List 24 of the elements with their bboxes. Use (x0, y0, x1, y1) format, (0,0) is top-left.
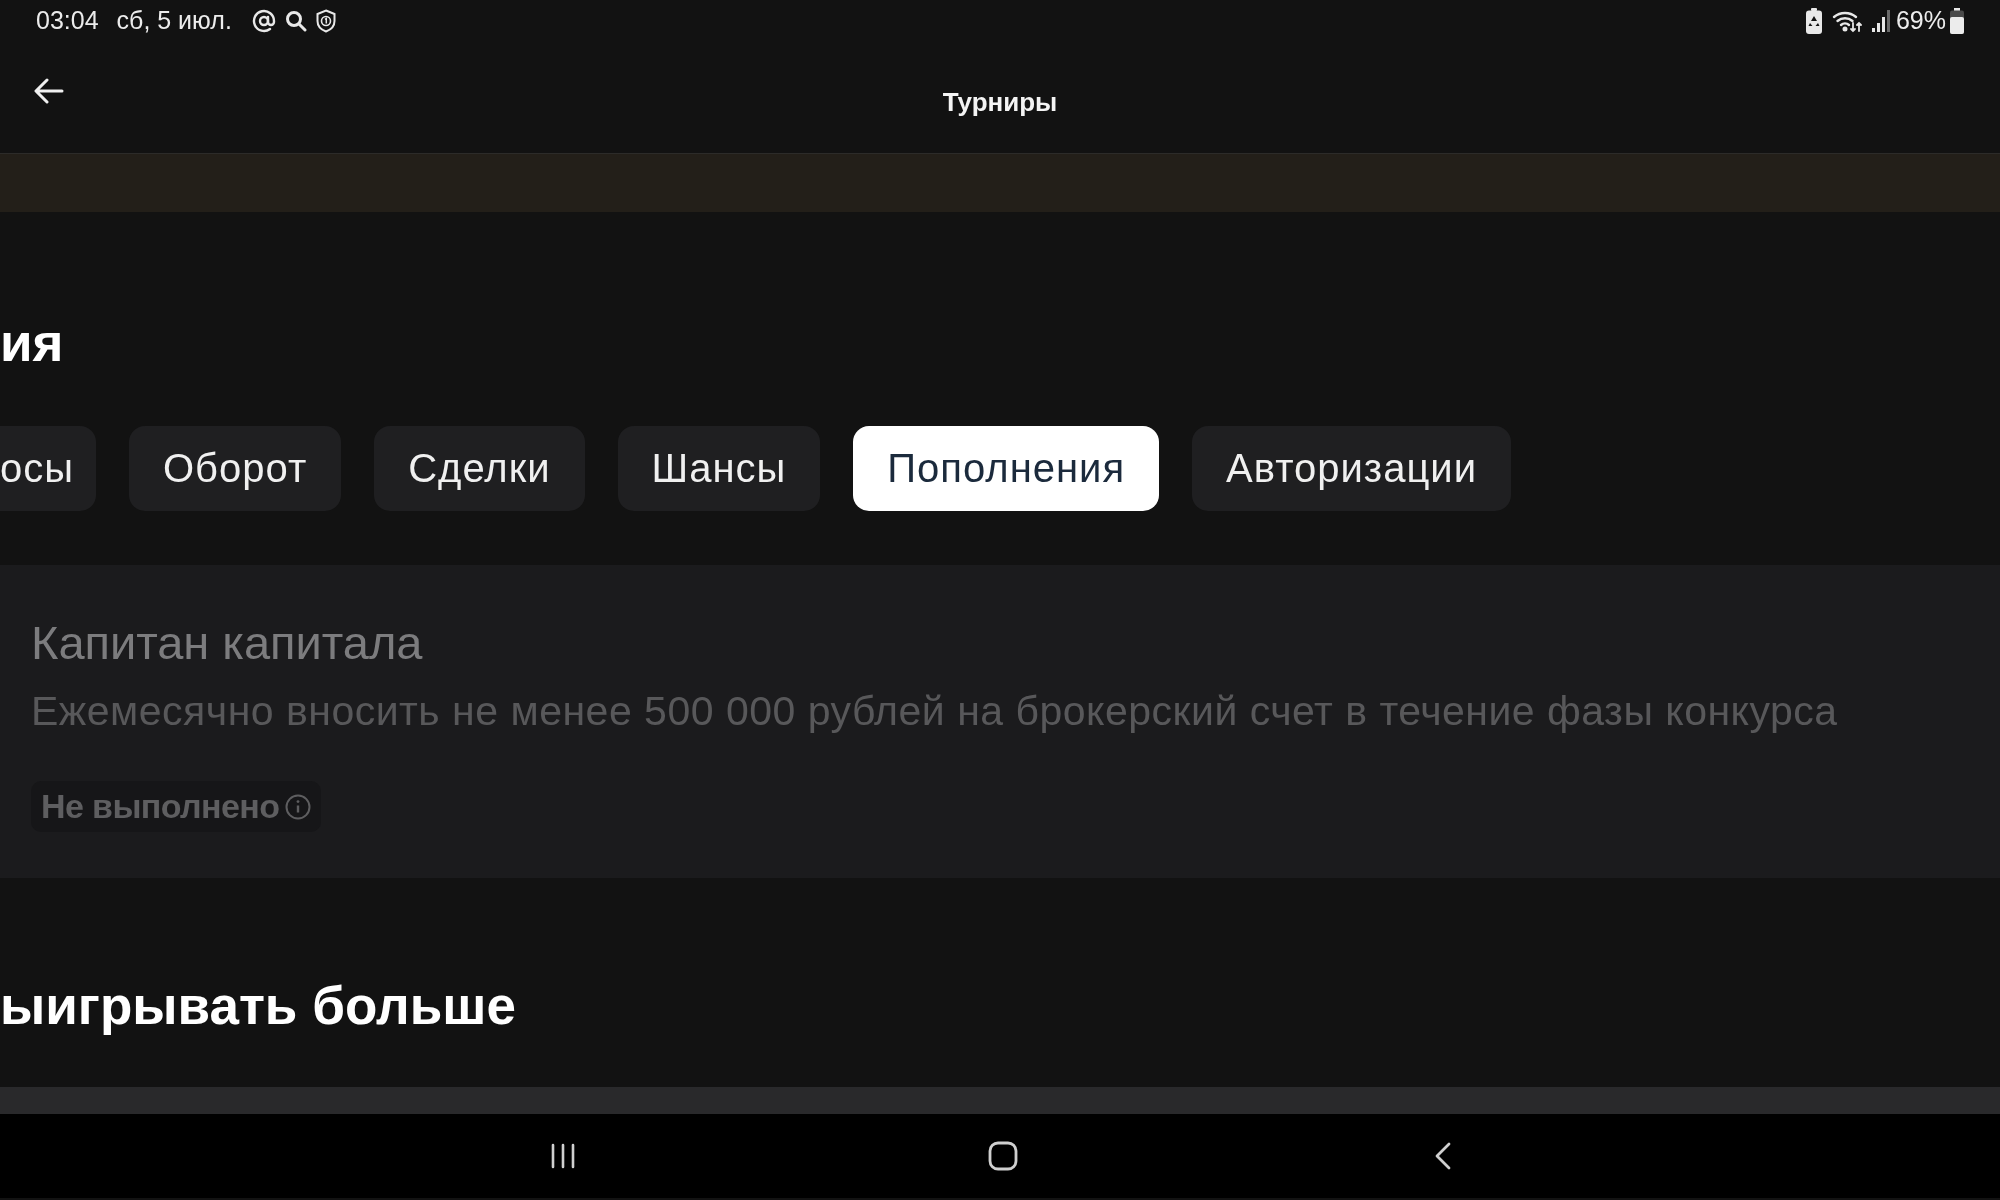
status-text: Не выполнено (41, 787, 280, 826)
filter-tab[interactable]: Сделки (374, 426, 585, 511)
battery-percent: 69% (1895, 6, 1946, 35)
back-arrow-icon (34, 78, 64, 104)
signal-icon (1871, 8, 1890, 33)
status-date: сб, 5 июл. (116, 6, 232, 35)
filter-tab[interactable]: Оборот (129, 426, 342, 511)
at-sign-icon (251, 8, 276, 33)
battery-icon (1950, 7, 1964, 34)
search-icon (284, 9, 307, 32)
task-description: Ежемесячно вносить не менее 500 000 рублей на брокерский счет в течение фазы конкурса (31, 687, 1838, 736)
filter-tab[interactable]: Шансы (617, 426, 821, 511)
section-heading: ия (0, 312, 64, 374)
task-title: Капитан капитала (31, 616, 423, 670)
info-icon[interactable] (285, 793, 312, 820)
filter-tab[interactable]: Пополнения (853, 426, 1160, 511)
battery-saver-icon (1805, 7, 1822, 34)
home-icon[interactable] (987, 1141, 1018, 1171)
shield-icon (315, 8, 336, 33)
filter-tab[interactable]: Авторизации (1192, 426, 1512, 511)
clock-time: 03:04 (36, 6, 99, 35)
filter-tab[interactable]: осы (0, 426, 96, 511)
screen-title: Турниры (942, 86, 1058, 119)
section-heading: ыигрывать больше (0, 975, 516, 1037)
